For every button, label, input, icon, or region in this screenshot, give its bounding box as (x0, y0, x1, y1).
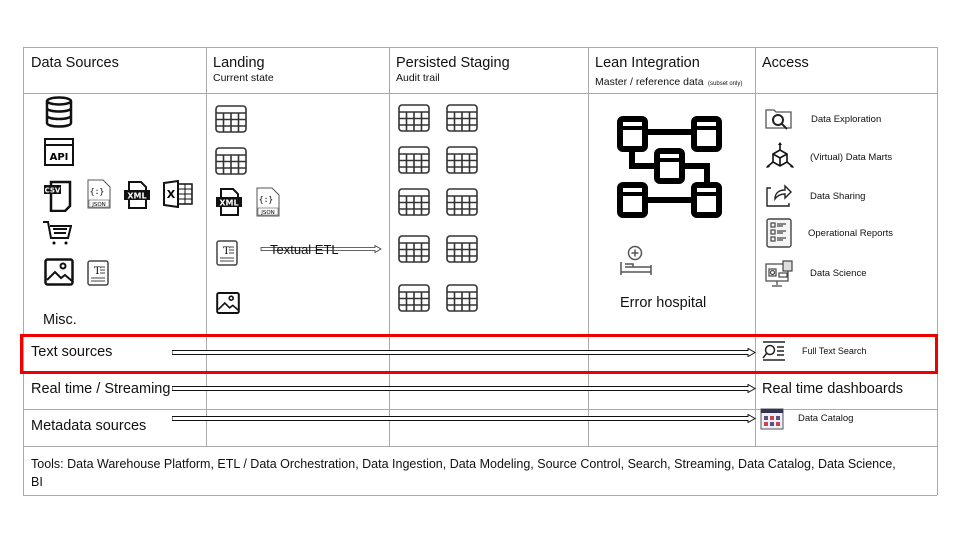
column-header-persisted-staging: Persisted Staging (396, 55, 510, 71)
grid-line (23, 495, 937, 496)
table-icon (398, 104, 430, 132)
database-icon (45, 96, 73, 128)
column-subtitle-persisted-staging: Audit trail (396, 72, 440, 84)
hospital-bed-icon (620, 245, 652, 275)
access-item-operational-reports: Operational Reports (808, 228, 894, 239)
share-icon (766, 184, 792, 207)
access-item-data-exploration: Data Exploration (811, 114, 882, 125)
row-source-real-time-streaming: Real time / Streaming (31, 381, 171, 397)
grid-line (937, 47, 938, 495)
table-icon (446, 188, 478, 216)
table-icon (446, 146, 478, 174)
table-icon (398, 146, 430, 174)
tools-text: Tools: Data Warehouse Platform, ETL / Da… (31, 457, 896, 489)
misc-label: Misc. (43, 312, 77, 328)
data-catalog-icon (760, 408, 784, 430)
access-item-data-science: Data Science (810, 268, 867, 279)
cube-icon (766, 142, 794, 168)
image-icon (44, 258, 74, 286)
grid-line (23, 446, 937, 447)
row-target-real-time-dashboards: Real time dashboards (762, 381, 904, 397)
hierarchy-network-icon (617, 116, 722, 218)
row-target-data-catalog: Data Catalog (798, 413, 854, 424)
column-header-access: Access (762, 55, 809, 71)
svg-text:{:}: {:} (259, 195, 273, 204)
svg-text:{:}: {:} (90, 187, 104, 196)
table-icon (446, 104, 478, 132)
folder-search-icon (765, 109, 792, 130)
xml-file-icon: XML (216, 188, 242, 216)
xml-file-icon: XML (124, 181, 150, 209)
svg-text:T: T (223, 246, 230, 257)
json-file-icon: {:} JSON (256, 187, 280, 217)
image-icon (216, 292, 240, 314)
svg-text:CSV: CSV (45, 187, 61, 195)
textual-etl-label: Textual ETL (270, 242, 339, 257)
subtitle-note: (subset only) (708, 81, 743, 87)
column-header-landing: Landing (213, 55, 265, 71)
svg-text:T: T (94, 266, 101, 277)
data-science-icon (765, 260, 793, 287)
column-header-data-sources: Data Sources (31, 55, 119, 71)
shopping-cart-icon (43, 221, 72, 245)
flow-arrow (172, 414, 756, 423)
api-icon: API (44, 138, 74, 166)
access-item-data-sharing: Data Sharing (810, 191, 866, 202)
svg-text:JSON: JSON (260, 210, 275, 216)
text-document-icon: T (216, 240, 238, 266)
table-icon (215, 147, 247, 175)
svg-text:JSON: JSON (91, 202, 106, 208)
grid-line (23, 409, 937, 410)
table-icon (398, 235, 430, 263)
svg-text:XML: XML (127, 192, 146, 201)
table-icon (398, 188, 430, 216)
error-hospital-label: Error hospital (620, 295, 707, 311)
subtitle-text: Master / reference data (595, 76, 704, 88)
column-header-lean-integration: Lean Integration (595, 55, 700, 71)
excel-file-icon: X (163, 180, 193, 208)
grid-line (23, 93, 937, 94)
table-icon (446, 284, 478, 312)
table-icon (446, 235, 478, 263)
table-icon (398, 284, 430, 312)
svg-text:X: X (167, 188, 176, 201)
grid-line (23, 47, 24, 495)
column-subtitle-lean-integration: Master / reference data (subset only) (595, 72, 742, 90)
column-subtitle-landing: Current state (213, 72, 274, 84)
row-source-metadata-sources: Metadata sources (31, 418, 147, 434)
access-item-virtual-data-marts: (Virtual) Data Marts (810, 152, 893, 163)
flow-arrow (172, 384, 756, 393)
grid-line (23, 47, 937, 48)
highlight-box (20, 334, 938, 374)
report-icon (766, 218, 792, 248)
svg-text:API: API (50, 152, 69, 163)
csv-file-icon: CSV (44, 180, 72, 212)
table-icon (215, 105, 247, 133)
svg-text:XML: XML (219, 199, 238, 208)
json-file-icon: {:} JSON (87, 179, 111, 209)
text-document-icon: T (87, 260, 109, 286)
